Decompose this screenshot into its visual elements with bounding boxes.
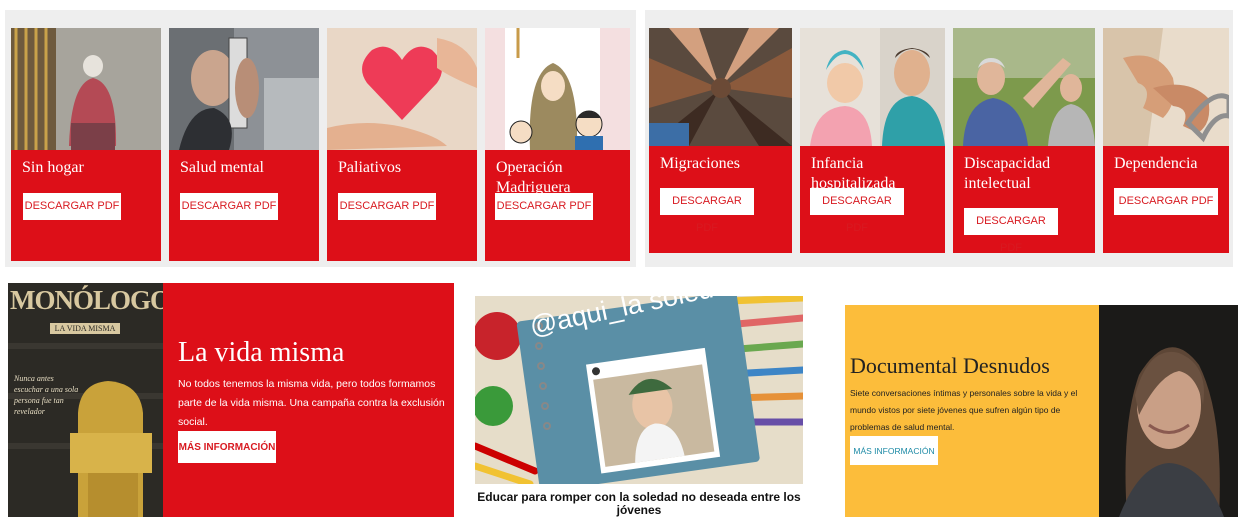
banner-documental-desnudos: Documental Desnudos Siete conversaciones…: [845, 305, 1238, 517]
card-photo-sin-hogar: [11, 28, 161, 150]
download-pdf-button[interactable]: DESCARGAR PDF: [660, 188, 754, 234]
card-salud-mental: Salud mental DESCARGAR PDF: [169, 28, 319, 261]
card-discapacidad-intelectual: Discapacidad intelectual DESCARGAR PDF: [953, 28, 1095, 253]
banner-la-vida-misma: MONÓLOGOS LA VIDA MISMA Nunca antes escu…: [8, 283, 454, 517]
card-paliativos: Paliativos DESCARGAR PDF: [327, 28, 477, 261]
more-info-button[interactable]: MÁS INFORMACIÓN: [178, 431, 276, 463]
download-pdf-button[interactable]: DESCARGAR PDF: [1114, 188, 1218, 215]
banner-title: La vida misma: [178, 337, 345, 368]
card-title: Discapacidad intelectual: [964, 155, 1051, 192]
card-photo-discapacidad-intelectual: [953, 28, 1095, 146]
card-photo-paliativos: [327, 28, 477, 150]
card-photo-dependencia: [1103, 28, 1229, 146]
card-title: Migraciones: [660, 155, 740, 172]
download-pdf-button[interactable]: DESCARGAR PDF: [23, 193, 121, 220]
card-title: Paliativos: [338, 159, 402, 176]
banner-caption[interactable]: Educar para romper con la soledad no des…: [469, 491, 809, 517]
download-pdf-button[interactable]: DESCARGAR PDF: [338, 193, 436, 220]
pdf-cards-panel-left: Sin hogar DESCARGAR PDF Salud mental DES…: [5, 10, 636, 267]
card-photo-migraciones: [649, 28, 792, 146]
card-photo-infancia-hospitalizada: [800, 28, 945, 146]
poster-quote: Nunca antes escuchar a una sola persona …: [14, 374, 79, 416]
download-pdf-button[interactable]: DESCARGAR PDF: [180, 193, 278, 220]
card-title: Dependencia: [1114, 155, 1198, 172]
card-title: Sin hogar: [22, 159, 84, 176]
desnudos-portrait: [1099, 305, 1238, 517]
banner-description: No todos tenemos la misma vida, pero tod…: [178, 378, 445, 428]
download-pdf-button[interactable]: DESCARGAR PDF: [810, 188, 904, 234]
card-photo-operacion-madriguera: [485, 28, 630, 150]
banner-description: Siete conversaciones íntimas y personale…: [850, 388, 1078, 432]
card-title: Operación Madriguera: [496, 159, 571, 196]
card-dependencia: Dependencia DESCARGAR PDF: [1103, 28, 1229, 253]
card-infancia-hospitalizada: Infancia hospitalizada DESCARGAR PDF: [800, 28, 945, 253]
card-photo-salud-mental: [169, 28, 319, 150]
pdf-cards-panel-right: Migraciones DESCARGAR PDF Infancia hospi…: [645, 10, 1233, 267]
monologos-poster: MONÓLOGOS LA VIDA MISMA Nunca antes escu…: [8, 283, 163, 517]
banner-title: Documental Desnudos: [850, 353, 1050, 378]
banner-educar-soledad: @aqui_la soledad Educar para romper con …: [475, 296, 803, 517]
card-operacion-madriguera: Operación Madriguera DESCARGAR PDF: [485, 28, 630, 261]
poster-subtitle: LA VIDA MISMA: [50, 323, 120, 334]
card-title: Salud mental: [180, 159, 264, 176]
download-pdf-button[interactable]: DESCARGAR PDF: [495, 193, 593, 220]
more-info-button[interactable]: MÁS INFORMACIÓN: [850, 436, 938, 465]
card-migraciones: Migraciones DESCARGAR PDF: [649, 28, 792, 253]
download-pdf-button[interactable]: DESCARGAR PDF: [964, 208, 1058, 253]
poster-title: MONÓLOGOS: [10, 285, 163, 315]
card-sin-hogar: Sin hogar DESCARGAR PDF: [11, 28, 161, 261]
educar-image: @aqui_la soledad: [475, 296, 803, 484]
